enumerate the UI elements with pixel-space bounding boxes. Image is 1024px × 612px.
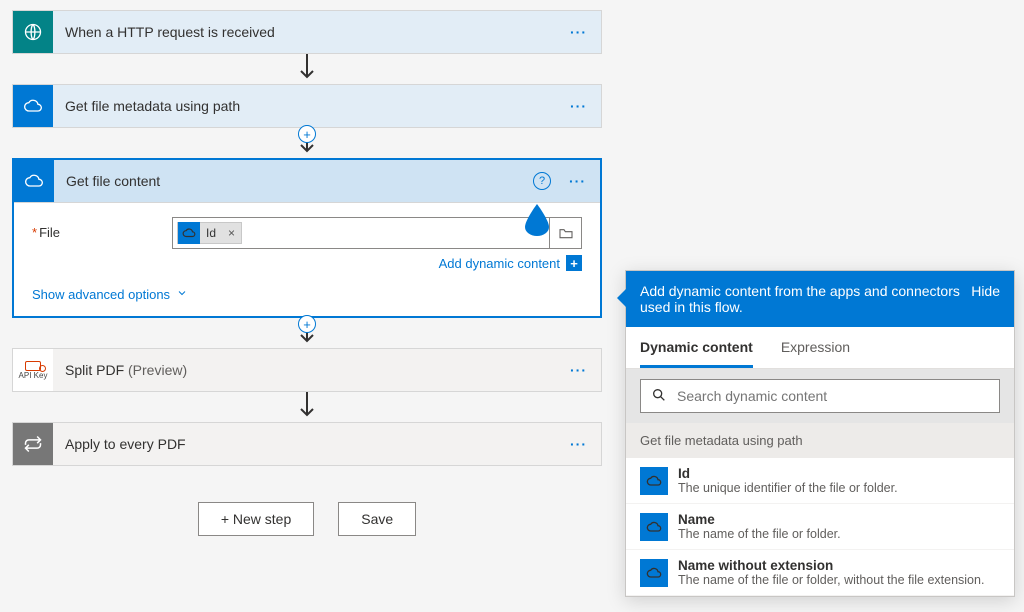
step-get-file-content: Get file content ? ··· *File Id xyxy=(12,158,602,318)
connector-arrow xyxy=(12,392,602,422)
add-step-inline-button[interactable]: + xyxy=(298,315,316,333)
field-label: *File xyxy=(32,217,172,240)
dynamic-token-id[interactable]: Id × xyxy=(177,222,242,244)
step-title: Get file content xyxy=(54,173,533,189)
add-step-inline-button[interactable]: + xyxy=(298,125,316,143)
step-menu-button[interactable]: ··· xyxy=(556,436,601,452)
connector-arrow xyxy=(12,54,602,84)
file-input[interactable]: Id × xyxy=(172,217,550,249)
panel-header: Add dynamic content from the apps and co… xyxy=(626,271,1014,327)
step-get-file-metadata: Get file metadata using path ··· xyxy=(12,84,602,128)
step-header[interactable]: Get file content ? ··· xyxy=(14,160,600,202)
help-icon[interactable]: ? xyxy=(533,172,551,190)
dc-item-name[interactable]: NameThe name of the file or folder. xyxy=(626,504,1014,550)
step-title: Split PDF (Preview) xyxy=(53,362,556,378)
step-menu-button[interactable]: ··· xyxy=(555,173,600,189)
loop-icon xyxy=(13,423,53,465)
step-menu-button[interactable]: ··· xyxy=(556,362,601,378)
api-key-icon: API Key xyxy=(13,349,53,391)
plus-icon: + xyxy=(566,255,582,271)
folder-picker-button[interactable] xyxy=(550,217,582,249)
step-header[interactable]: API Key Split PDF (Preview) ··· xyxy=(13,349,601,391)
panel-prompt: Add dynamic content from the apps and co… xyxy=(640,283,961,315)
dc-item-name-no-ext[interactable]: Name without extensionThe name of the fi… xyxy=(626,550,1014,596)
step-menu-button[interactable]: ··· xyxy=(556,98,601,114)
step-split-pdf: API Key Split PDF (Preview) ··· xyxy=(12,348,602,392)
field-anchor-icon xyxy=(523,202,551,236)
cloud-icon xyxy=(640,467,668,495)
step-header[interactable]: Get file metadata using path ··· xyxy=(13,85,601,127)
step-header[interactable]: Apply to every PDF ··· xyxy=(13,423,601,465)
add-dynamic-content-link[interactable]: Add dynamic content + xyxy=(172,255,582,271)
cloud-icon xyxy=(178,222,200,244)
cloud-icon xyxy=(640,513,668,541)
token-label: Id xyxy=(200,226,222,240)
dynamic-content-panel: Add dynamic content from the apps and co… xyxy=(625,270,1015,597)
globe-icon xyxy=(13,11,53,53)
show-advanced-options-link[interactable]: Show advanced options xyxy=(32,287,582,302)
cloud-icon xyxy=(640,559,668,587)
step-title: Get file metadata using path xyxy=(53,98,556,114)
panel-search[interactable] xyxy=(640,379,1000,413)
token-remove-button[interactable]: × xyxy=(222,226,241,240)
new-step-button[interactable]: + New step xyxy=(198,502,314,536)
panel-hide-button[interactable]: Hide xyxy=(971,283,1000,299)
step-menu-button[interactable]: ··· xyxy=(556,24,601,40)
cloud-icon xyxy=(14,160,54,202)
search-input[interactable] xyxy=(677,388,989,404)
tab-expression[interactable]: Expression xyxy=(781,327,850,368)
dc-item-id[interactable]: IdThe unique identifier of the file or f… xyxy=(626,458,1014,504)
step-body: *File Id × xyxy=(14,202,600,316)
step-header[interactable]: When a HTTP request is received ··· xyxy=(13,11,601,53)
panel-group-header: Get file metadata using path xyxy=(626,423,1014,458)
panel-tabs: Dynamic content Expression xyxy=(626,327,1014,369)
tab-dynamic-content[interactable]: Dynamic content xyxy=(640,327,753,368)
step-http-request: When a HTTP request is received ··· xyxy=(12,10,602,54)
search-icon xyxy=(651,387,667,406)
step-apply-to-each: Apply to every PDF ··· xyxy=(12,422,602,466)
cloud-icon xyxy=(13,85,53,127)
panel-results[interactable]: Get file metadata using path IdThe uniqu… xyxy=(626,423,1014,596)
chevron-down-icon xyxy=(176,287,188,302)
save-button[interactable]: Save xyxy=(338,502,416,536)
connector-arrow: + xyxy=(12,128,602,158)
step-title: Apply to every PDF xyxy=(53,436,556,452)
connector-arrow: + xyxy=(12,318,602,348)
step-title: When a HTTP request is received xyxy=(53,24,556,40)
